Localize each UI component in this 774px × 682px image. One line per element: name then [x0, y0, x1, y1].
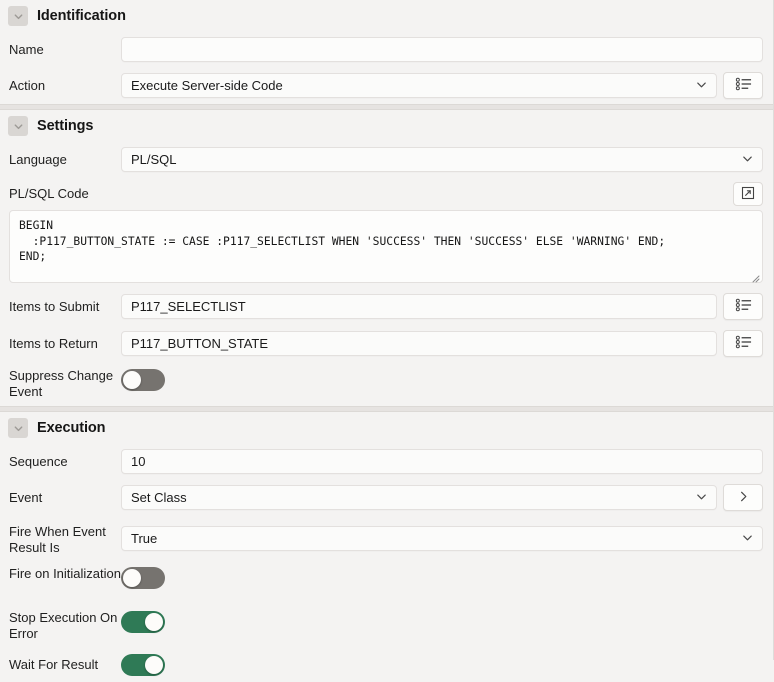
section-header-execution[interactable]: Execution [0, 412, 773, 444]
action-select[interactable]: Execute Server-side Code [121, 73, 717, 98]
items-to-return-lov-button[interactable] [723, 330, 763, 357]
label-fire-on-initialization: Fire on Initialization [9, 566, 121, 581]
field-row-wait-for-result: Wait For Result [0, 648, 773, 682]
chevron-down-icon [741, 152, 754, 168]
event-select-value: Set Class [131, 490, 187, 505]
chevron-down-icon[interactable] [8, 116, 28, 136]
field-row-sequence: Sequence 10 [0, 444, 773, 479]
field-row-fire-on-initialization: Fire on Initialization [0, 560, 773, 604]
section-title-settings: Settings [37, 118, 94, 134]
items-to-return-input[interactable]: P117_BUTTON_STATE [121, 331, 717, 356]
field-row-name: Name [0, 32, 773, 67]
fire-when-event-result-is-select[interactable]: True [121, 526, 763, 551]
label-language: Language [9, 151, 67, 167]
section-header-settings[interactable]: Settings [0, 110, 773, 142]
section-title-identification: Identification [37, 8, 126, 24]
list-icon [735, 77, 752, 94]
chevron-right-icon [737, 490, 750, 506]
sequence-input[interactable]: 10 [121, 449, 763, 474]
suppress-change-event-toggle[interactable] [121, 369, 165, 391]
chevron-down-icon [695, 78, 708, 94]
language-select[interactable]: PL/SQL [121, 147, 763, 172]
field-row-language: Language PL/SQL [0, 142, 773, 177]
label-suppress-change-event: Suppress Change Event [9, 368, 114, 399]
wait-for-result-toggle[interactable] [121, 654, 165, 676]
name-input[interactable] [121, 37, 763, 62]
action-select-value: Execute Server-side Code [131, 78, 283, 93]
plsql-code-header: PL/SQL Code [0, 177, 773, 209]
label-action: Action [9, 77, 46, 93]
plsql-code-wrapper: BEGIN :P117_BUTTON_STATE := CASE :P117_S… [9, 210, 763, 283]
expand-popup-icon [741, 186, 755, 203]
toggle-knob [123, 371, 141, 389]
event-goto-button[interactable] [723, 484, 763, 511]
section-title-execution: Execution [37, 420, 106, 436]
label-stop-execution-on-error: Stop Execution On Error [9, 610, 118, 641]
chevron-down-icon [741, 531, 754, 547]
label-items-to-return: Items to Return [9, 335, 98, 351]
label-event: Event [9, 489, 43, 505]
field-row-fire-when-event-result-is: Fire When Event Result Is True [0, 516, 773, 560]
list-icon [735, 298, 752, 315]
plsql-code-textarea[interactable]: BEGIN :P117_BUTTON_STATE := CASE :P117_S… [9, 210, 763, 283]
language-select-value: PL/SQL [131, 152, 177, 167]
items-to-submit-input[interactable]: P117_SELECTLIST [121, 294, 717, 319]
field-row-stop-execution-on-error: Stop Execution On Error [0, 604, 773, 648]
field-row-event: Event Set Class [0, 479, 773, 516]
section-header-identification[interactable]: Identification [0, 0, 773, 32]
event-select[interactable]: Set Class [121, 485, 717, 510]
toggle-knob [123, 569, 141, 587]
fire-on-initialization-toggle[interactable] [121, 567, 165, 589]
chevron-down-icon[interactable] [8, 6, 28, 26]
label-sequence: Sequence [9, 453, 68, 469]
label-plsql-code: PL/SQL Code [9, 186, 89, 202]
stop-execution-on-error-toggle[interactable] [121, 611, 165, 633]
property-editor-panel: Identification Name Action Execute Serve… [0, 0, 774, 676]
toggle-knob [145, 613, 163, 631]
toggle-knob [145, 656, 163, 674]
fire-when-event-result-is-value: True [131, 531, 158, 546]
field-row-action: Action Execute Server-side Code [0, 67, 773, 104]
label-name: Name [9, 41, 44, 57]
field-row-items-to-submit: Items to Submit P117_SELECTLIST [0, 288, 773, 325]
field-row-items-to-return: Items to Return P117_BUTTON_STATE [0, 325, 773, 362]
items-to-submit-lov-button[interactable] [723, 293, 763, 320]
list-icon [735, 335, 752, 352]
field-row-suppress-change-event: Suppress Change Event [0, 362, 773, 406]
chevron-down-icon[interactable] [8, 418, 28, 438]
plsql-code-expand-button[interactable] [733, 182, 763, 206]
label-fire-when-event-result-is: Fire When Event Result Is [9, 524, 106, 555]
chevron-down-icon [695, 490, 708, 506]
label-items-to-submit: Items to Submit [9, 298, 100, 314]
action-lov-button[interactable] [723, 72, 763, 99]
